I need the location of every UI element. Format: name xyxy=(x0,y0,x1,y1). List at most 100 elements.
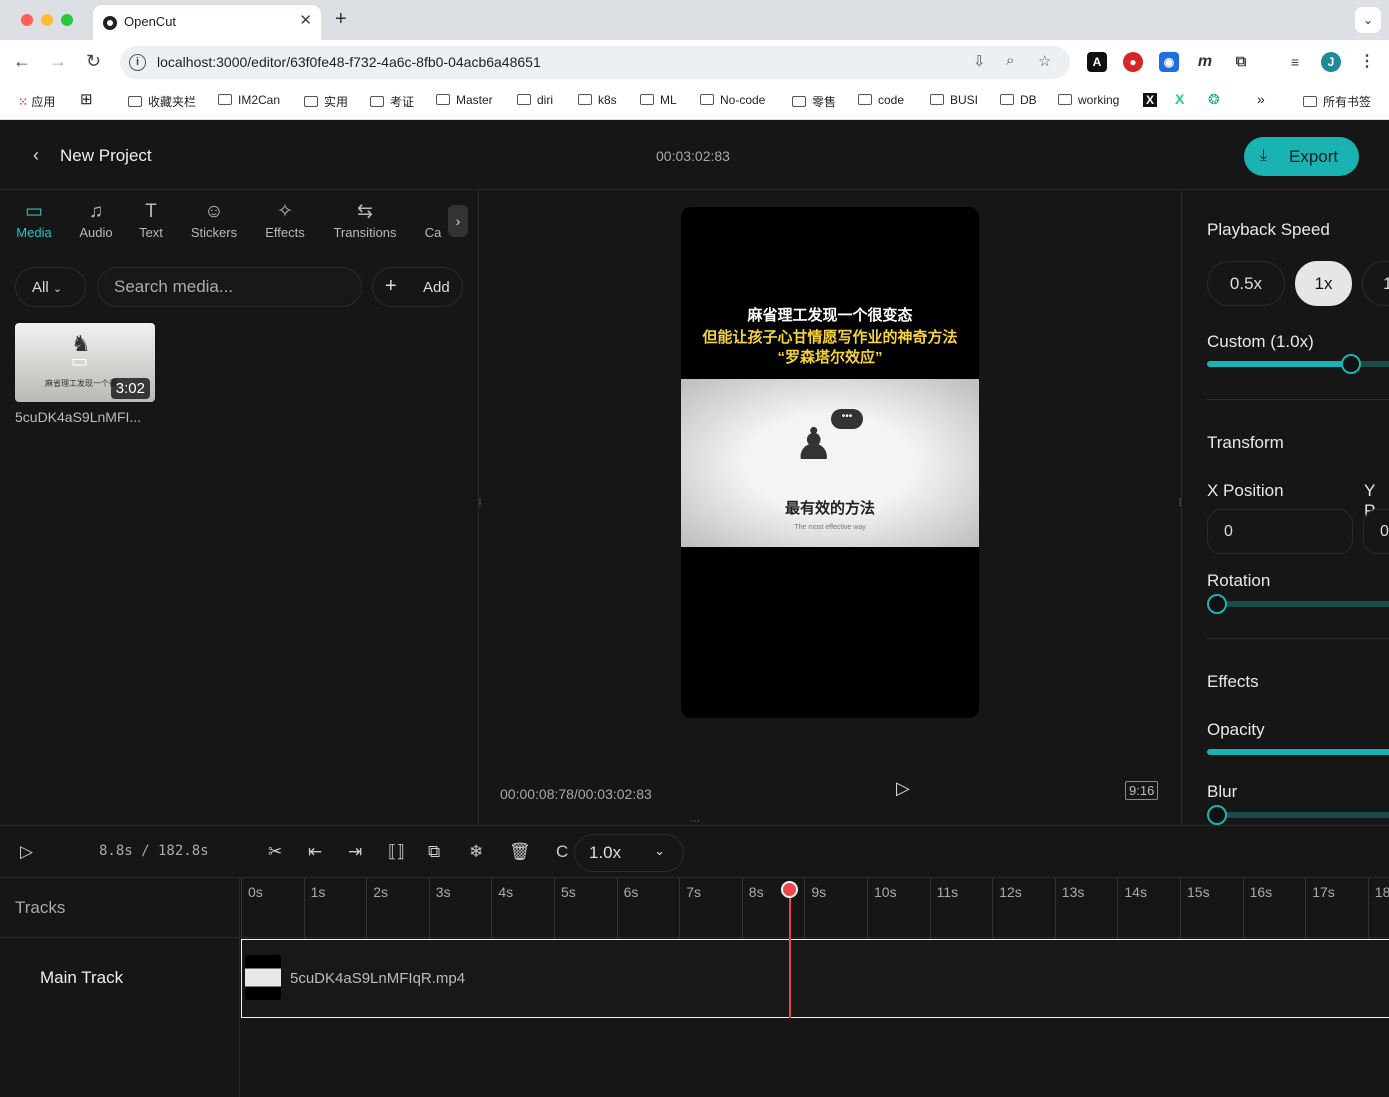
zoom-window-button[interactable] xyxy=(61,14,73,26)
extension-a-icon[interactable]: A xyxy=(1087,52,1107,72)
rotation-slider-handle[interactable] xyxy=(1207,594,1227,614)
speed-slider-fill xyxy=(1207,361,1351,367)
new-tab-button[interactable]: + xyxy=(335,8,347,31)
minimize-window-button[interactable] xyxy=(41,14,53,26)
zoom-icon[interactable]: ⌕ xyxy=(1006,52,1014,69)
bookmark-folder[interactable]: 零售 xyxy=(792,93,836,110)
empty-track-area xyxy=(0,1018,240,1097)
search-media-input[interactable]: Search media... xyxy=(97,267,362,307)
tab-captions[interactable]: Ca xyxy=(422,199,444,240)
aspect-ratio-badge[interactable]: 9:16 xyxy=(1125,781,1159,800)
extensions-puzzle-icon[interactable]: ⧉ xyxy=(1231,52,1251,72)
site-info-icon[interactable]: i xyxy=(129,54,146,71)
blur-slider-handle[interactable] xyxy=(1207,805,1227,825)
bookmark-green-swirl-icon[interactable]: ❂ xyxy=(1208,91,1220,108)
opacity-slider-fill[interactable] xyxy=(1207,749,1389,755)
speed-slider-handle[interactable] xyxy=(1341,354,1361,374)
ruler-tick: 5s xyxy=(554,878,617,939)
video-preview-canvas[interactable]: 麻省理工发现一个很变态 但能让孩子心甘情愿写作业的神奇方法 “罗森塔尔效应” ♟… xyxy=(681,207,979,718)
all-bookmarks-folder[interactable]: 所有书签 xyxy=(1303,93,1371,110)
playhead-line[interactable] xyxy=(789,881,791,1018)
split-icon[interactable]: ⟦⟧ xyxy=(388,842,405,862)
timeline-ruler[interactable]: 0s 1s 2s 3s 4s 5s 6s 7s 8s 9s 10s 11s 12s 13s 14s 15s 16… xyxy=(241,877,1389,939)
blur-slider-track[interactable] xyxy=(1207,812,1389,818)
url-text[interactable]: localhost:3000/editor/63f0fe48-f732-4a6c… xyxy=(157,54,541,70)
export-button[interactable]: ⤓ Export xyxy=(1244,137,1359,176)
speed-option-0-5x[interactable]: 0.5x xyxy=(1207,261,1285,306)
folder-icon xyxy=(218,94,232,105)
tab-search-button[interactable]: ⌄ xyxy=(1355,7,1381,33)
grid-icon[interactable]: ⊞ xyxy=(80,90,93,108)
media-control-icon[interactable]: ≡ xyxy=(1285,52,1305,72)
play-icon[interactable]: ▷ xyxy=(896,778,910,799)
tab-media[interactable]: ▭ Media xyxy=(14,199,54,240)
freeze-snowflake-icon[interactable]: ❄ xyxy=(469,842,483,862)
install-app-icon[interactable]: ⇩ xyxy=(973,52,986,70)
tab-stickers[interactable]: ☺ Stickers xyxy=(187,199,241,240)
bookmark-folder[interactable]: working xyxy=(1058,93,1119,107)
more-bookmarks-icon[interactable]: » xyxy=(1257,91,1265,107)
extension-blue-icon[interactable]: ◉ xyxy=(1159,52,1179,72)
bookmark-folder[interactable]: BUSI xyxy=(930,93,978,107)
bookmark-green-x-icon[interactable]: X xyxy=(1175,91,1184,107)
c-toggle[interactable]: C xyxy=(556,842,568,862)
speed-option-more[interactable]: 1 xyxy=(1362,261,1389,306)
video-file-icon: ▭ xyxy=(71,351,89,371)
browser-menu-icon[interactable]: ⋮ xyxy=(1357,52,1377,72)
bookmark-folder[interactable]: 实用 xyxy=(304,93,348,110)
scroll-tabs-right-icon[interactable]: › xyxy=(448,205,468,237)
tab-transitions[interactable]: ⇆ Transitions xyxy=(329,199,401,240)
play-icon[interactable]: ▷ xyxy=(20,842,33,862)
main-track-label: Main Track xyxy=(40,968,124,987)
bookmark-folder[interactable]: k8s xyxy=(578,93,617,107)
browser-tab[interactable]: OpenCut ✕ xyxy=(93,5,321,40)
bookmark-folder[interactable]: Master xyxy=(436,93,493,107)
timeline-clip[interactable]: 5cuDK4aS9LnMFIqR.mp4 xyxy=(241,939,1389,1018)
profile-avatar[interactable]: J xyxy=(1321,52,1341,72)
bookmark-folder[interactable]: ML xyxy=(640,93,677,107)
custom-speed-label: Custom (1.0x) xyxy=(1207,332,1314,351)
bookmark-folder[interactable]: No-code xyxy=(700,93,765,107)
tab-effects[interactable]: ✧ Effects xyxy=(261,199,309,240)
bookmark-folder[interactable]: 收藏夹栏 xyxy=(128,93,196,110)
zoom-select[interactable]: 1.0x ⌄ xyxy=(574,834,684,872)
add-media-button[interactable]: + Add xyxy=(372,267,463,307)
close-window-button[interactable] xyxy=(21,14,33,26)
tab-close-icon[interactable]: ✕ xyxy=(299,11,312,29)
x-logo-icon[interactable]: X xyxy=(1143,93,1158,107)
y-position-input[interactable]: 0 xyxy=(1363,509,1389,554)
speed-option-1x[interactable]: 1x xyxy=(1295,261,1352,306)
back-arrow-icon[interactable]: ← xyxy=(13,51,31,72)
reload-icon[interactable]: ↻ xyxy=(86,51,101,72)
ruler-tick: 2s xyxy=(366,878,429,939)
rotation-slider-track[interactable] xyxy=(1207,601,1389,607)
project-title[interactable]: New Project xyxy=(60,146,152,166)
bookmark-folder[interactable]: code xyxy=(858,93,904,107)
address-bar[interactable]: i localhost:3000/editor/63f0fe48-f732-4a… xyxy=(120,46,1070,79)
bookmark-folder[interactable]: IM2Can xyxy=(218,93,280,107)
clip-thumbnail xyxy=(245,955,281,1000)
x-position-input[interactable]: 0 xyxy=(1207,509,1353,554)
scissors-icon[interactable]: ✂ xyxy=(268,842,282,862)
bookmark-star-icon[interactable]: ☆ xyxy=(1038,52,1051,70)
bookmark-folder[interactable]: 考证 xyxy=(370,93,414,110)
trash-icon[interactable]: 🗑 xyxy=(509,842,531,862)
back-chevron-icon[interactable]: ‹ xyxy=(33,145,39,166)
bookmark-folder[interactable]: diri xyxy=(517,93,553,107)
tab-audio[interactable]: ♫ Audio xyxy=(75,199,117,240)
ruler-tick: 16s xyxy=(1242,878,1306,939)
trim-end-icon[interactable]: ⇥ xyxy=(348,842,362,862)
bookmark-apps[interactable]: ⁙ 应用 xyxy=(18,93,55,110)
forward-arrow-icon[interactable]: → xyxy=(49,51,67,72)
media-item-thumbnail[interactable]: ♞ ▭ 麻省理工发现一个很 3:02 xyxy=(15,323,155,402)
trim-start-icon[interactable]: ⇤ xyxy=(308,842,322,862)
bookmark-folder[interactable]: DB xyxy=(1000,93,1037,107)
folder-icon xyxy=(640,94,654,105)
extension-m-icon[interactable]: m xyxy=(1195,52,1215,72)
playhead-handle[interactable] xyxy=(781,881,798,898)
tab-text[interactable]: T Text xyxy=(134,199,168,240)
main-track-header: Main Track xyxy=(0,938,240,1018)
extension-shield-icon[interactable]: ● xyxy=(1123,52,1143,72)
media-filter-select[interactable]: All ⌄ xyxy=(15,267,86,307)
duplicate-icon[interactable]: ⧉ xyxy=(428,842,440,862)
